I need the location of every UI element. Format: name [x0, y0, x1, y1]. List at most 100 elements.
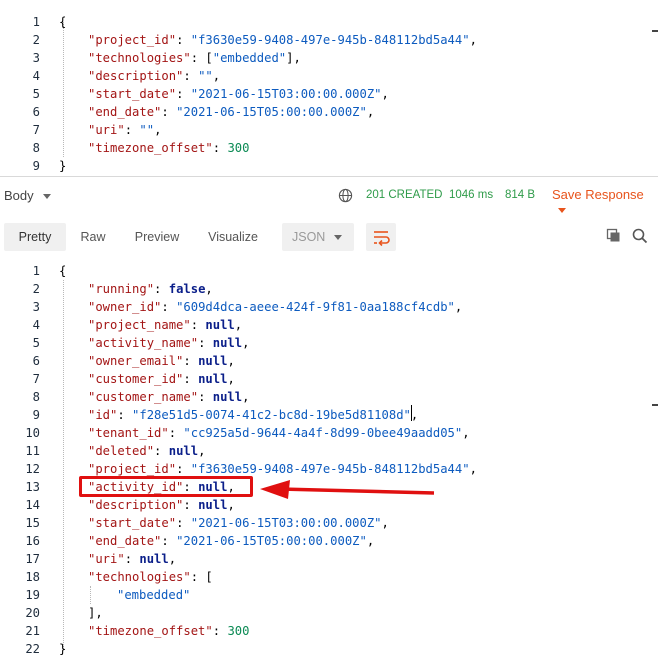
code-line: 11 "deleted": null,: [0, 442, 658, 460]
code-token: :: [154, 444, 169, 458]
code-token: ,: [381, 516, 389, 530]
line-number: 14: [25, 498, 40, 512]
code-text: "activity_name": null,: [88, 334, 249, 352]
code-token: :: [176, 462, 191, 476]
code-line: 22}: [0, 640, 658, 658]
code-token: ,: [234, 318, 243, 332]
code-token: null: [205, 318, 235, 332]
line-number: 8: [32, 390, 40, 404]
code-token: : [: [190, 570, 213, 584]
format-select[interactable]: JSON: [282, 223, 354, 251]
code-line: 3 "technologies": ["embedded"],: [0, 49, 658, 67]
code-token: :: [168, 426, 184, 440]
code-token: null: [198, 372, 228, 386]
code-text: "deleted": null,: [88, 442, 205, 460]
annotation-highlight-box: [79, 476, 253, 497]
code-line: 21 "timezone_offset": 300: [0, 622, 658, 640]
code-text: "description": null,: [88, 496, 235, 514]
tab-raw[interactable]: Raw: [70, 223, 116, 251]
code-text: "start_date": "2021-06-15T03:00:00.000Z"…: [88, 85, 389, 103]
tab-pretty[interactable]: Pretty: [4, 223, 66, 251]
code-token: :: [176, 33, 191, 47]
code-line: 6 "owner_email": null,: [0, 352, 658, 370]
line-number: 5: [32, 336, 40, 350]
code-token: "start_date": [88, 516, 177, 530]
code-text: }: [59, 640, 66, 658]
line-number: 5: [32, 87, 40, 101]
code-token: ,: [366, 534, 375, 548]
code-line: 3 "owner_id": "609d4dca-aeee-424f-9f81-0a…: [0, 298, 658, 316]
code-token: {: [59, 15, 67, 29]
code-text: ],: [88, 604, 103, 622]
code-token: ,: [366, 105, 375, 119]
tab-visualize[interactable]: Visualize: [198, 223, 268, 251]
code-text: "start_date": "2021-06-15T03:00:00.000Z"…: [88, 514, 389, 532]
line-number: 11: [25, 444, 40, 458]
code-text: }: [59, 157, 66, 175]
code-token: ],: [88, 606, 103, 620]
chevron-down-icon: [558, 208, 566, 214]
code-token: "description": [88, 498, 184, 512]
code-token: :: [198, 390, 213, 404]
code-token: :: [117, 408, 133, 422]
line-number: 6: [32, 105, 40, 119]
code-line: 5 "activity_name": null,: [0, 334, 658, 352]
response-body-viewer[interactable]: 1{2 "running": false, 3 "owner_id": "609d4d…: [0, 260, 658, 664]
code-token: "cc925a5d-9644-4a4f-8d99-0bee49aadd05": [183, 426, 463, 440]
line-number: 20: [25, 606, 40, 620]
wrap-lines-button[interactable]: [366, 223, 396, 251]
code-token: ,: [469, 33, 477, 47]
code-line: 10 "tenant_id": "cc925a5d-9644-4a4f-8d99-…: [0, 424, 658, 442]
code-token: ,: [454, 300, 463, 314]
code-line: 1{: [0, 13, 658, 31]
line-number: 18: [25, 570, 40, 584]
save-response-button[interactable]: Save Response: [552, 187, 658, 217]
chevron-down-icon: [334, 235, 342, 240]
status-code: 201 CREATED: [366, 189, 443, 201]
code-token: :: [176, 516, 191, 530]
code-text: "tenant_id": "cc925a5d-9644-4a4f-8d99-0b…: [88, 424, 470, 442]
code-line: 5 "start_date": "2021-06-15T03:00:00.000Z…: [0, 85, 658, 103]
code-token: "customer_id": [88, 372, 184, 386]
body-label: Body: [4, 188, 34, 203]
code-token: "technologies": [88, 51, 191, 65]
code-token: :: [124, 123, 140, 137]
code-token: :: [183, 354, 199, 368]
copy-icon[interactable]: [606, 228, 622, 248]
code-line: 9}: [0, 157, 658, 175]
code-token: "2021-06-15T03:00:00.000Z": [190, 516, 382, 530]
code-text: "project_name": null,: [88, 316, 242, 334]
code-token: ,: [242, 336, 250, 350]
code-token: "2021-06-15T03:00:00.000Z": [190, 87, 382, 101]
code-text: "owner_email": null,: [88, 352, 235, 370]
line-number: 4: [32, 318, 40, 332]
code-text: "timezone_offset": 300: [88, 139, 249, 157]
code-token: "project_id": [88, 33, 177, 47]
code-token: null: [198, 498, 228, 512]
code-text: "customer_name": null,: [88, 388, 249, 406]
code-token: :: [161, 105, 177, 119]
tab-preview[interactable]: Preview: [124, 223, 190, 251]
request-body-editor[interactable]: 1{2 "project_id": "f3630e59-9408-497e-945…: [0, 0, 658, 177]
code-token: "description": [88, 69, 184, 83]
line-number: 7: [32, 123, 40, 137]
code-token: ,: [212, 69, 221, 83]
code-token: ,: [410, 408, 419, 422]
code-text: "technologies": ["embedded"],: [88, 49, 301, 67]
code-token: ,: [227, 354, 235, 368]
code-line: 4 "description": "",: [0, 67, 658, 85]
code-token: "f28e51d5-0074-41c2-bc8d-19be5d81108d": [132, 408, 411, 422]
code-token: "project_name": [88, 318, 191, 332]
code-token: "f3630e59-9408-497e-945b-848112bd5a44": [190, 462, 470, 476]
body-dropdown[interactable]: Body: [4, 188, 52, 203]
wrap-lines-icon: [374, 231, 390, 247]
code-token: "customer_name": [88, 390, 199, 404]
code-token: "": [139, 123, 155, 137]
search-icon[interactable]: [632, 228, 648, 248]
code-text: "running": false,: [88, 280, 213, 298]
line-number: 1: [32, 264, 40, 278]
code-token: "end_date": [88, 105, 162, 119]
code-line: 1{: [0, 262, 658, 280]
code-token: null: [198, 354, 228, 368]
line-number: 13: [25, 480, 40, 494]
